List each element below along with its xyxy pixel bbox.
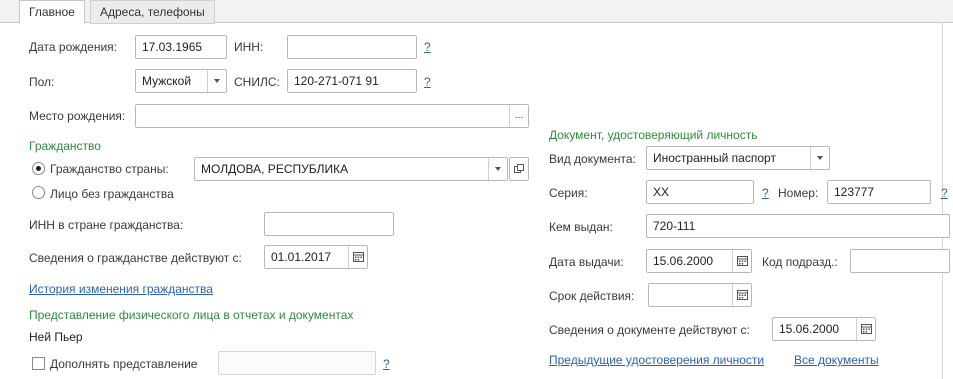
birth-date-field[interactable]: 17.03.1965	[135, 35, 227, 59]
citizenship-valid-from-value: 01.01.2017	[271, 250, 332, 264]
gender-label: Пол:	[29, 75, 55, 89]
birth-place-select-button[interactable]: ...	[509, 105, 528, 127]
calendar-icon	[352, 252, 364, 262]
issue-date-label: Дата выдачи:	[549, 255, 624, 269]
doc-type-value: Иностранный паспорт	[653, 151, 776, 165]
series-help-link[interactable]: ?	[762, 186, 769, 200]
calendar-button[interactable]	[732, 250, 751, 272]
calendar-icon	[736, 290, 748, 300]
citizenship-valid-from-label: Сведения о гражданстве действуют с:	[29, 251, 242, 265]
supplement-checkbox[interactable]	[32, 357, 45, 370]
chevron-down-icon	[214, 79, 220, 83]
issued-by-label: Кем выдан:	[549, 220, 613, 234]
dept-code-label: Код подразд.:	[762, 255, 838, 269]
open-window-icon	[514, 164, 524, 173]
number-label: Номер:	[778, 186, 819, 200]
calendar-icon	[736, 256, 748, 266]
tab-addresses-phones[interactable]: Адреса, телефоны	[90, 0, 215, 24]
previous-ids-link[interactable]: Предыдущие удостоверения личности	[549, 353, 764, 367]
citizenship-country-label: Гражданство страны:	[50, 162, 169, 176]
expiry-label: Срок действия:	[549, 289, 635, 303]
all-documents-link[interactable]: Все документы	[794, 353, 879, 367]
stateless-label: Лицо без гражданства	[50, 187, 174, 201]
supplement-help-link[interactable]: ?	[383, 357, 390, 371]
doc-type-label: Вид документа:	[549, 152, 636, 166]
inn-label: ИНН:	[234, 40, 264, 54]
series-label: Серия:	[549, 186, 588, 200]
representation-header: Представление физического лица в отчетах…	[29, 308, 354, 322]
tab-bar: Главное Адреса, телефоны	[0, 0, 953, 24]
dept-code-field[interactable]	[850, 249, 950, 273]
right-divider	[942, 22, 943, 379]
identity-doc-header: Документ, удостоверяющий личность	[549, 128, 758, 142]
citizenship-country-value: МОЛДОВА, РЕСПУБЛИКА	[201, 162, 349, 176]
doc-valid-from-value: 15.06.2000	[779, 322, 840, 336]
birth-place-field[interactable]: ...	[135, 104, 529, 128]
issue-date-field[interactable]: 15.06.2000	[646, 249, 752, 273]
gender-dropdown-button[interactable]	[207, 70, 226, 92]
citizenship-country-select[interactable]: МОЛДОВА, РЕСПУБЛИКА	[194, 157, 508, 181]
inn-field[interactable]	[287, 35, 417, 59]
citizenship-valid-from-field[interactable]: 01.01.2017	[264, 245, 368, 269]
birth-date-label: Дата рождения:	[29, 40, 117, 54]
calendar-button[interactable]	[348, 246, 367, 268]
citizenship-header: Гражданство	[29, 139, 101, 153]
doc-type-dropdown-button[interactable]	[810, 147, 829, 169]
inn-country-field[interactable]	[264, 212, 394, 236]
chevron-down-icon	[817, 156, 823, 160]
tab-main[interactable]: Главное	[19, 0, 85, 24]
doc-valid-from-label: Сведения о документе действуют с:	[549, 323, 750, 337]
issued-by-field[interactable]: 720-111	[646, 214, 950, 238]
calendar-button[interactable]	[732, 284, 751, 306]
series-field[interactable]: XX	[646, 180, 754, 204]
number-help-link[interactable]: ?	[941, 186, 948, 200]
chevron-down-icon	[495, 167, 501, 171]
birth-place-label: Место рождения:	[29, 109, 126, 123]
supplement-field[interactable]	[218, 351, 376, 375]
gender-value: Мужской	[142, 74, 192, 88]
citizenship-country-radio[interactable]	[32, 162, 45, 175]
inn-help-link[interactable]: ?	[424, 40, 431, 54]
stateless-radio[interactable]	[32, 186, 45, 199]
representation-name: Ней Пьер	[29, 330, 83, 344]
issue-date-value: 15.06.2000	[653, 254, 714, 268]
doc-valid-from-field[interactable]: 15.06.2000	[772, 317, 876, 341]
supplement-label: Дополнять представление	[50, 357, 198, 371]
snils-help-link[interactable]: ?	[424, 75, 431, 89]
gender-select[interactable]: Мужской	[135, 69, 227, 93]
calendar-button[interactable]	[856, 318, 875, 340]
doc-type-select[interactable]: Иностранный паспорт	[646, 146, 830, 170]
snils-label: СНИЛС:	[234, 75, 280, 89]
snils-field[interactable]: 120-271-071 91	[287, 69, 417, 93]
citizenship-history-link[interactable]: История изменения гражданства	[29, 282, 213, 296]
expiry-field[interactable]: . .	[648, 283, 752, 307]
calendar-icon	[860, 324, 872, 334]
open-country-button[interactable]	[509, 157, 529, 181]
country-dropdown-button[interactable]	[488, 158, 507, 180]
number-field[interactable]: 123777	[827, 180, 931, 204]
inn-country-label: ИНН в стране гражданства:	[29, 218, 184, 232]
